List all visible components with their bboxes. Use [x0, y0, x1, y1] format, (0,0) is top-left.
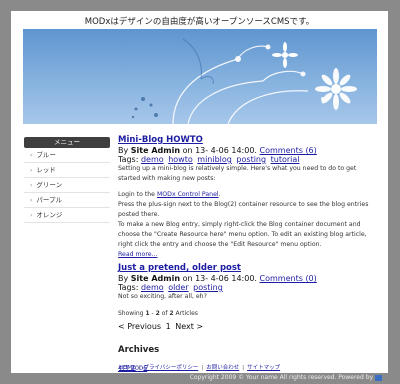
- tag-link[interactable]: posting: [193, 283, 223, 292]
- body-text: Login to the: [118, 191, 155, 198]
- copyright-label: Copyright 2009 © Your name All rights re…: [189, 374, 374, 381]
- floral-banner-art: [131, 38, 357, 124]
- post-author: Site Admin: [130, 274, 181, 283]
- menu-item-blue[interactable]: › ブルー: [24, 148, 110, 163]
- footer-link-contact[interactable]: お問い合わせ: [206, 365, 239, 371]
- footer-nav: HOME | プライバシーポリシー | お問い合わせ | サイトマップ: [11, 363, 388, 371]
- tag-link[interactable]: posting: [236, 155, 266, 164]
- pager-total: 2: [169, 310, 174, 317]
- menu-item-label: オレンジ: [36, 211, 63, 219]
- next-page[interactable]: Next >: [175, 322, 203, 331]
- post-title: Mini-Blog HOWTO: [118, 135, 380, 145]
- menu-item-red[interactable]: › レッド: [24, 163, 110, 178]
- post-body-text: Press the plus-sign next to the Blog(2) …: [118, 201, 369, 218]
- menu-header: メニュー: [24, 137, 110, 148]
- post-body-text: Login to the MODx Control Panel.: [118, 190, 380, 200]
- post-tags: Tags: demo older posting: [118, 283, 380, 292]
- post-title-link[interactable]: Just a pretend, older post: [118, 263, 241, 273]
- tags-label: Tags:: [118, 283, 139, 292]
- sidebar-menu: メニュー › ブルー › レッド › グリーン › パープル › オレンジ: [24, 137, 110, 223]
- archives-heading: Archives: [118, 345, 160, 355]
- menu-item-label: パープル: [36, 196, 63, 204]
- pager-from: 1: [145, 310, 150, 317]
- comments-link[interactable]: Comments (6): [260, 146, 317, 155]
- menu-item-green[interactable]: › グリーン: [24, 178, 110, 193]
- bullet-icon: ›: [30, 167, 33, 174]
- separator: |: [138, 365, 141, 371]
- tag-link[interactable]: older: [168, 283, 188, 292]
- current-page[interactable]: 1: [166, 322, 171, 331]
- separator: |: [201, 365, 204, 371]
- post-date: on 13- 4-06 14:00.: [182, 274, 257, 283]
- by-label: By: [118, 274, 129, 283]
- menu-item-purple[interactable]: › パープル: [24, 193, 110, 208]
- tag-link[interactable]: tutorial: [271, 155, 300, 164]
- copyright-text: Copyright 2009 © Your name All rights re…: [11, 374, 388, 381]
- tag-link[interactable]: demo: [141, 155, 164, 164]
- post-body-text: Setting up a mini-blog is relatively sim…: [118, 165, 357, 182]
- bullet-icon: ›: [30, 197, 33, 204]
- bullet-icon: ›: [30, 182, 33, 189]
- menu-item-orange[interactable]: › オレンジ: [24, 208, 110, 223]
- menu-item-label: ブルー: [36, 151, 56, 159]
- comments-link[interactable]: Comments (0): [260, 274, 317, 283]
- post-title-link[interactable]: Mini-Blog HOWTO: [118, 135, 203, 145]
- site-title: MODxはデザインの自由度が高いオープンソースCMSです。: [84, 17, 315, 27]
- main-content: Mini-Blog HOWTO By Site Admin on 13- 4-0…: [118, 135, 380, 374]
- post-title: Just a pretend, older post: [118, 263, 380, 273]
- tags-label: Tags:: [118, 155, 139, 164]
- footer-link-home[interactable]: HOME: [119, 365, 136, 371]
- tag-link[interactable]: demo: [141, 283, 164, 292]
- pager-text: of: [161, 310, 168, 317]
- menu-item-label: グリーン: [36, 181, 63, 189]
- by-label: By: [118, 146, 129, 155]
- previous-page[interactable]: < Previous: [118, 322, 161, 331]
- tag-link[interactable]: howto: [168, 155, 193, 164]
- post-date: on 13- 4-06 14:00.: [182, 146, 257, 155]
- post-body-text: Not so exciting, after all, eh?: [118, 293, 207, 300]
- bullet-icon: ›: [30, 152, 33, 159]
- post-tags: Tags: demo howto miniblog posting tutori…: [118, 155, 380, 164]
- tag-link[interactable]: miniblog: [197, 155, 232, 164]
- pager-info: Showing 1 - 2 of 2 Articles: [118, 310, 380, 317]
- bullet-icon: ›: [30, 212, 33, 219]
- page-frame: MODxはデザインの自由度が高いオープンソースCMSです。 メニュー › ブルー…: [11, 11, 388, 383]
- header-banner-image: [23, 29, 377, 124]
- pager-text: -: [151, 310, 154, 317]
- modx-logo-icon: [375, 374, 382, 381]
- pager-text: Showing: [118, 310, 144, 317]
- read-more-wrapper: Read more...: [118, 250, 380, 260]
- pagination: < Previous 1 Next >: [118, 322, 380, 331]
- pager-to: 2: [155, 310, 160, 317]
- body-text: .: [218, 191, 221, 198]
- post-author: Site Admin: [130, 146, 181, 155]
- separator: |: [242, 365, 245, 371]
- post-meta: By Site Admin on 13- 4-06 14:00. Comment…: [118, 274, 380, 283]
- menu-item-label: レッド: [36, 166, 56, 174]
- read-more-link[interactable]: Read more...: [118, 251, 157, 258]
- footer-link-privacy[interactable]: プライバシーポリシー: [143, 365, 198, 371]
- control-panel-link[interactable]: MODx Control Panel: [157, 191, 219, 198]
- footer-link-sitemap[interactable]: サイトマップ: [247, 365, 280, 371]
- pager-text: Articles: [175, 310, 198, 317]
- post-meta: By Site Admin on 13- 4-06 14:00. Comment…: [118, 146, 380, 155]
- post-body-text: To make a new Blog entry, simply right-c…: [118, 221, 367, 248]
